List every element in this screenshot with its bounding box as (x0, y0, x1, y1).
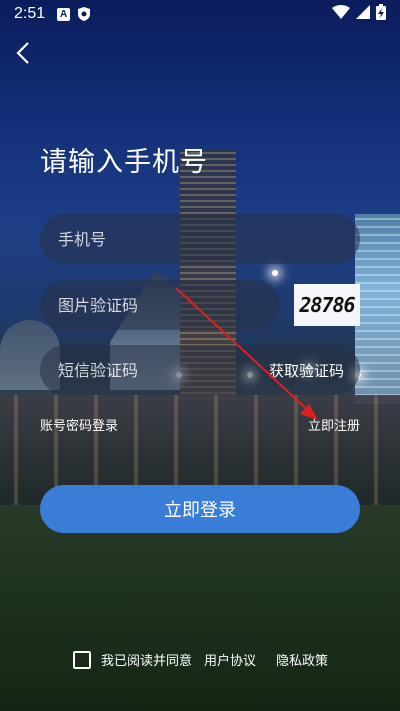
agreement-checkbox[interactable] (73, 650, 91, 669)
phone-field[interactable] (40, 214, 360, 264)
privacy-policy-link[interactable]: 隐私政策 (276, 650, 328, 669)
user-agreement-link[interactable]: 用户协议 (204, 650, 256, 669)
background-tower (355, 214, 400, 404)
background-grass (0, 505, 400, 711)
agreement-row: 我已阅读并同意 用户协议 隐私政策 (73, 650, 328, 669)
captcha-field[interactable] (40, 280, 280, 330)
get-sms-code-button[interactable]: 获取验证码 (269, 360, 344, 381)
captcha-input[interactable] (58, 295, 280, 315)
back-button[interactable] (8, 38, 38, 68)
agreement-text: 我已阅读并同意 (101, 654, 193, 669)
back-chevron-icon (16, 42, 29, 64)
status-bar: 2:51 A (0, 0, 400, 28)
login-button[interactable]: 立即登录 (40, 485, 360, 533)
password-login-link[interactable]: 账号密码登录 (40, 415, 118, 434)
a-notification-icon: A (57, 7, 71, 21)
light-flare (272, 270, 278, 276)
status-time: 2:51 (14, 5, 46, 22)
register-link[interactable]: 立即注册 (308, 415, 360, 434)
sms-code-input[interactable] (58, 360, 258, 380)
shield-icon (78, 7, 91, 21)
phone-input[interactable] (58, 229, 360, 249)
wifi-icon (332, 5, 350, 23)
sms-code-field[interactable]: 获取验证码 (40, 345, 360, 395)
captcha-image[interactable]: 28786 (294, 284, 360, 326)
battery-charging-icon (376, 4, 386, 24)
signal-icon (356, 5, 370, 23)
page-title: 请输入手机号 (40, 147, 208, 178)
